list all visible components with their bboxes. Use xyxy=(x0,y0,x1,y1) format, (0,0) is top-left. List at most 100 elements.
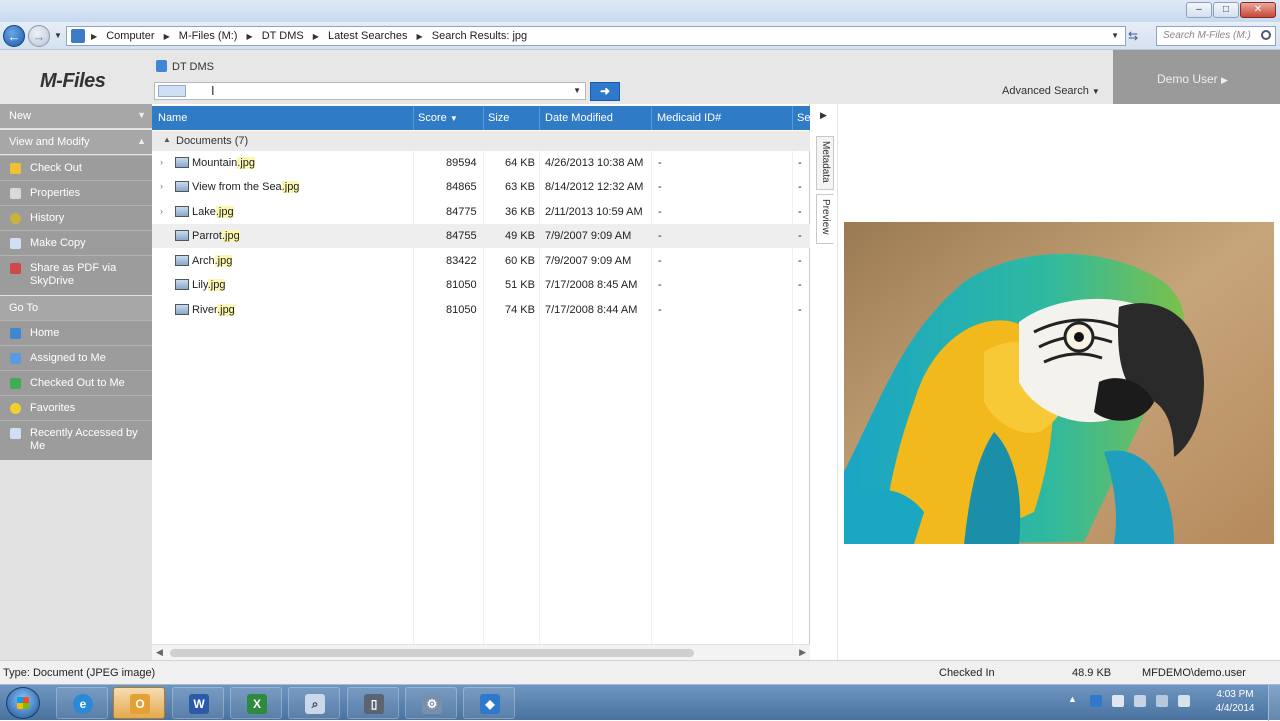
date-cell: 4/26/2013 10:38 AM xyxy=(545,157,644,169)
search-app-icon: ⌕ xyxy=(305,694,325,714)
taskbar-mfiles[interactable]: ◆ xyxy=(463,687,515,719)
table-row[interactable]: › View from the Sea.jpg 84865 63 KB 8/14… xyxy=(152,175,810,199)
column-divider[interactable] xyxy=(792,106,793,130)
taskbar-outlook[interactable]: O xyxy=(113,687,165,719)
breadcrumb-mfiles[interactable]: M-Files (M:) xyxy=(179,30,238,42)
image-file-icon xyxy=(175,255,189,266)
task-share-pdf[interactable]: Share as PDF via SkyDrive xyxy=(0,255,152,295)
recent-pages-dropdown[interactable]: ▼ xyxy=(54,31,62,40)
task-history[interactable]: History xyxy=(0,205,152,230)
taskbar-word[interactable]: W xyxy=(172,687,224,719)
minimize-button[interactable]: – xyxy=(1186,2,1212,18)
group-header[interactable]: ▲ Documents (7) xyxy=(152,131,810,151)
expand-icon[interactable]: › xyxy=(160,181,163,191)
task-pane: New ▼ View and Modify ▲ Check Out Properti… xyxy=(0,104,152,660)
column-divider[interactable] xyxy=(539,106,540,130)
refresh-icon[interactable]: ⇆ xyxy=(1128,29,1138,43)
network-icon[interactable] xyxy=(1156,695,1168,707)
goto-favorites[interactable]: Favorites xyxy=(0,395,152,420)
task-properties[interactable]: Properties xyxy=(0,180,152,205)
search-go-button[interactable]: ➜ xyxy=(590,82,620,101)
search-type-icon[interactable] xyxy=(158,85,186,97)
clock[interactable]: 4:03 PM 4/4/2014 xyxy=(1200,688,1270,716)
excel-icon: X xyxy=(247,694,267,714)
table-row-selected[interactable]: Parrot.jpg 84755 49 KB 7/9/2007 9:09 AM … xyxy=(152,224,810,248)
taskbar-search-app[interactable]: ⌕ xyxy=(288,687,340,719)
mfiles-tray-icon[interactable] xyxy=(1090,695,1102,707)
goto-recent[interactable]: Recently Accessed by Me xyxy=(0,420,152,460)
internet-explorer-icon: e xyxy=(73,694,93,714)
size-cell: 36 KB xyxy=(505,206,535,218)
horizontal-scrollbar[interactable]: ◀ ▶ xyxy=(152,644,810,660)
display-icon[interactable] xyxy=(1134,695,1146,707)
column-divider[interactable] xyxy=(483,106,484,130)
expand-icon[interactable]: › xyxy=(160,206,163,216)
table-row[interactable]: › Mountain.jpg 89594 64 KB 4/26/2013 10:… xyxy=(152,151,810,175)
user-menu[interactable]: Demo User ▶ xyxy=(1113,50,1280,104)
goto-home[interactable]: Home xyxy=(0,320,152,345)
maximize-button[interactable]: □ xyxy=(1213,2,1239,18)
column-size[interactable]: Size xyxy=(488,112,509,124)
expand-icon[interactable]: › xyxy=(160,157,163,167)
new-section-header[interactable]: New ▼ xyxy=(0,104,152,128)
search-history-dropdown[interactable]: ▼ xyxy=(573,86,581,95)
column-score[interactable]: Score ▼ xyxy=(418,112,458,124)
address-bar[interactable]: ▶ Computer ▶ M-Files (M:) ▶ DT DMS ▶ Lat… xyxy=(66,26,1126,46)
address-dropdown-icon[interactable]: ▼ xyxy=(1111,31,1119,40)
action-center-icon[interactable] xyxy=(1112,695,1124,707)
volume-icon[interactable] xyxy=(1178,695,1190,707)
forward-button[interactable]: → xyxy=(28,25,50,47)
show-desktop-button[interactable] xyxy=(1268,685,1280,721)
goto-checked-out[interactable]: Checked Out to Me xyxy=(0,370,152,395)
explorer-search-input[interactable]: Search M-Files (M:) xyxy=(1156,26,1276,46)
pdf-icon xyxy=(10,263,21,274)
table-row[interactable]: Lily.jpg 81050 51 KB 7/17/2008 8:45 AM -… xyxy=(152,273,810,297)
back-button[interactable]: ← xyxy=(3,25,25,47)
column-divider[interactable] xyxy=(651,106,652,130)
scroll-left-icon[interactable]: ◀ xyxy=(156,647,163,658)
column-date[interactable]: Date Modified xyxy=(545,112,613,124)
breadcrumb-computer[interactable]: Computer xyxy=(106,30,154,42)
mfiles-search-input[interactable]: I ▼ xyxy=(154,82,586,100)
column-name[interactable]: Name xyxy=(158,112,187,124)
taskbar-mfiles-config[interactable]: ⚙ xyxy=(405,687,457,719)
breadcrumb-search-results[interactable]: Search Results: jpg xyxy=(432,30,527,42)
size-cell: 63 KB xyxy=(505,181,535,193)
task-check-out[interactable]: Check Out xyxy=(0,155,152,180)
table-row[interactable]: › Lake.jpg 84775 36 KB 2/11/2013 10:59 A… xyxy=(152,200,810,224)
column-divider[interactable] xyxy=(413,106,414,130)
column-extra[interactable]: Se xyxy=(797,112,810,124)
table-row[interactable]: Arch.jpg 83422 60 KB 7/9/2007 9:09 AM - … xyxy=(152,249,810,273)
vault-icon xyxy=(156,60,167,72)
breadcrumb-latest-searches[interactable]: Latest Searches xyxy=(328,30,408,42)
scroll-right-icon[interactable]: ▶ xyxy=(799,647,806,658)
extra-cell: - xyxy=(798,304,802,316)
search-placeholder: Search M-Files (M:) xyxy=(1163,30,1251,41)
size-cell: 49 KB xyxy=(505,230,535,242)
advanced-search-toggle[interactable]: Advanced Search ▼ xyxy=(1002,85,1100,97)
collapse-right-pane-icon[interactable]: ▶ xyxy=(820,110,827,121)
goto-section-header[interactable]: Go To xyxy=(0,296,152,320)
taskbar-excel[interactable]: X xyxy=(230,687,282,719)
logo-area: M-Files xyxy=(0,50,152,104)
header-search-area: DT DMS I ▼ ➜ Advanced Search ▼ xyxy=(152,50,1113,104)
tab-metadata[interactable]: Metadata xyxy=(816,136,834,190)
scrollbar-thumb[interactable] xyxy=(170,649,694,657)
goto-assigned[interactable]: Assigned to Me xyxy=(0,345,152,370)
vault-icon xyxy=(71,29,85,43)
date-cell: 7/9/2007 9:09 AM xyxy=(545,255,632,267)
close-button[interactable]: ✕ xyxy=(1240,2,1276,18)
show-hidden-icons[interactable]: ▲ xyxy=(1068,694,1080,706)
breadcrumb-vault[interactable]: DT DMS xyxy=(262,30,304,42)
table-row[interactable]: River.jpg 81050 74 KB 7/17/2008 8:44 AM … xyxy=(152,298,810,322)
chevron-right-icon: ▶ xyxy=(312,32,319,41)
task-make-copy[interactable]: Make Copy xyxy=(0,230,152,255)
taskbar-tablet[interactable]: ▯ xyxy=(347,687,399,719)
taskbar-internet-explorer[interactable]: e xyxy=(56,687,108,719)
start-button[interactable] xyxy=(6,687,40,719)
view-modify-section-header[interactable]: View and Modify ▲ xyxy=(0,130,152,154)
mfiles-app-icon: ◆ xyxy=(480,694,500,714)
medicaid-cell: - xyxy=(658,230,662,242)
column-medicaid[interactable]: Medicaid ID# xyxy=(657,112,721,124)
tab-preview[interactable]: Preview xyxy=(816,194,834,244)
